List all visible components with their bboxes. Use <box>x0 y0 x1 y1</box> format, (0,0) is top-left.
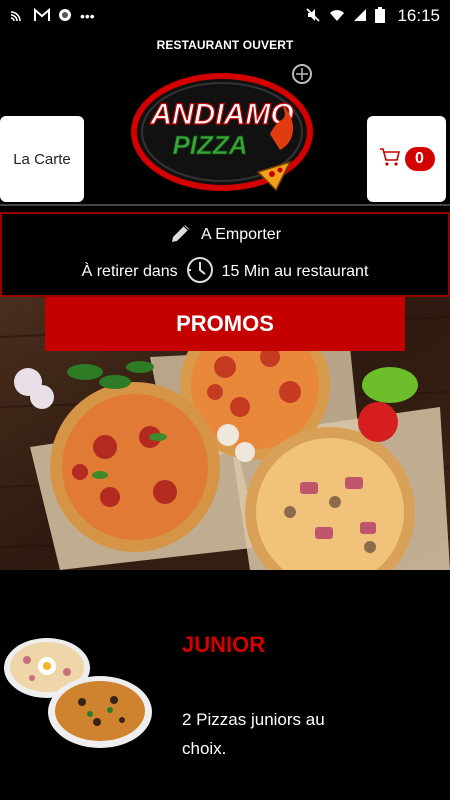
pickup-mode-label: A Emporter <box>200 226 282 243</box>
promos-button[interactable]: PROMOS <box>45 297 405 351</box>
more-dots-icon: ••• <box>80 8 95 24</box>
battery-icon <box>375 7 386 25</box>
signal-icon <box>353 8 367 24</box>
pickup-mode-row: A Emporter <box>169 221 281 250</box>
status-bar: ••• 16:15 <box>0 0 450 32</box>
logo-line2: PIZZA <box>172 130 247 160</box>
logo-line1: ANDIAMO <box>149 98 293 131</box>
app-header: RESTAURANT OUVERT La Carte ANDIAMO PIZZA… <box>0 32 450 206</box>
gmail-icon <box>34 7 50 24</box>
cart-button[interactable]: 0 <box>367 116 446 202</box>
pickup-time-prefix: À retirer dans <box>81 263 178 280</box>
clock-icon <box>186 256 214 289</box>
pickup-time-suffix: 15 Min au restaurant <box>221 263 369 280</box>
status-right: 16:15 <box>305 6 440 26</box>
product-item[interactable]: JUNIOR 2 Pizzas juniors au choix. <box>0 600 450 800</box>
cart-count-badge: 0 <box>404 147 435 171</box>
status-left: ••• <box>10 7 95 24</box>
mute-icon <box>305 7 321 25</box>
cast-icon <box>10 8 26 24</box>
product-description: 2 Pizzas juniors au choix. <box>182 710 325 758</box>
andiamo-pizza-logo: ANDIAMO PIZZA <box>131 64 313 192</box>
pickup-time-row: À retirer dans 15 Min au restaurant <box>81 256 369 289</box>
status-time: 16:15 <box>397 6 440 25</box>
junior-pizzas-image <box>4 638 152 748</box>
wifi-icon <box>329 8 345 24</box>
la-carte-button[interactable]: La Carte <box>0 116 84 202</box>
pickup-info-box[interactable]: A Emporter À retirer dans 15 Min au rest… <box>0 212 450 297</box>
pencil-icon <box>169 221 193 250</box>
restaurant-status: RESTAURANT OUVERT <box>156 38 294 52</box>
product-title: JUNIOR <box>182 632 266 657</box>
cart-icon <box>379 147 401 172</box>
header-divider <box>0 204 450 206</box>
app-icon <box>58 8 72 24</box>
